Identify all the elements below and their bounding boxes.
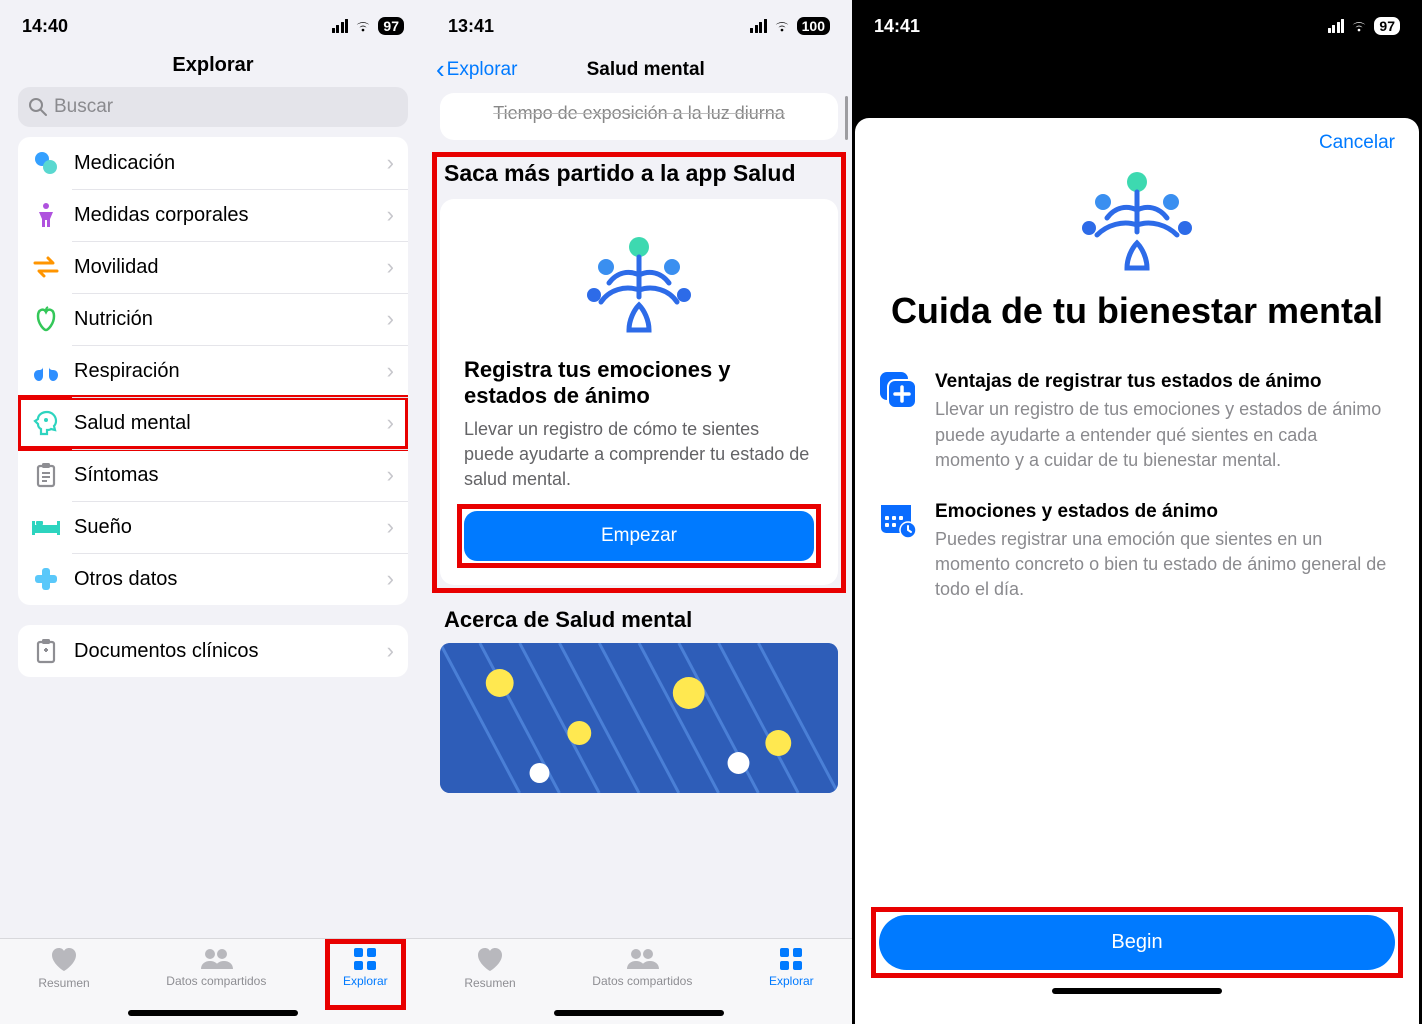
- chevron-right-icon: ›: [387, 306, 394, 332]
- row-sueno[interactable]: Sueño ›: [18, 501, 408, 553]
- wifi-icon: [773, 19, 791, 33]
- people-icon: [625, 947, 659, 971]
- chevron-right-icon: ›: [387, 254, 394, 280]
- info-benefits: Ventajas de registrar tus estados de áni…: [879, 361, 1395, 491]
- category-list: Medicación › Medidas corporales › Movili…: [18, 137, 408, 605]
- grid-icon: [779, 947, 803, 971]
- scroll-indicator[interactable]: [845, 96, 848, 140]
- status-time: 14:40: [22, 16, 68, 37]
- cancel-button[interactable]: Cancelar: [1319, 132, 1395, 154]
- section-heading: Saca más partido a la app Salud: [440, 158, 838, 199]
- info-body: Puedes registrar una emoción que sientes…: [935, 527, 1395, 603]
- wifi-icon: [1350, 19, 1368, 33]
- status-indicators: 100: [750, 17, 830, 35]
- clinical-docs-group: Documentos clínicos ›: [18, 625, 408, 677]
- other-icon: [32, 566, 60, 592]
- nav-bar: ‹ Explorar Salud mental: [426, 48, 852, 93]
- row-medicacion[interactable]: Medicación ›: [18, 137, 408, 189]
- status-bar: 14:40 97: [0, 0, 426, 48]
- tab-explorar[interactable]: Explorar: [769, 947, 814, 988]
- battery-badge: 97: [1374, 17, 1400, 35]
- battery-badge: 97: [378, 17, 404, 35]
- peek-card[interactable]: Tiempo de exposición a la luz diurna: [440, 93, 838, 140]
- chevron-right-icon: ›: [387, 358, 394, 384]
- row-otros-datos[interactable]: Otros datos ›: [18, 553, 408, 605]
- info-emotions: Emociones y estados de ánimo Puedes regi…: [879, 491, 1395, 621]
- heart-icon: [50, 947, 78, 973]
- home-indicator[interactable]: [1052, 988, 1222, 994]
- row-medidas[interactable]: Medidas corporales ›: [18, 189, 408, 241]
- info-heading: Emociones y estados de ánimo: [935, 501, 1395, 523]
- mental-wellbeing-icon: [464, 227, 814, 357]
- modal-sheet: Cancelar Cuida de tu bienestar mental Ve…: [855, 118, 1419, 1024]
- row-nutricion[interactable]: Nutrición ›: [18, 293, 408, 345]
- grid-icon: [353, 947, 377, 971]
- screen-salud-mental: 13:41 100 ‹ Explorar Salud mental Tiempo…: [426, 0, 852, 1024]
- nutrition-icon: [32, 306, 60, 332]
- onboarding-card: Registra tus emociones y estados de ánim…: [440, 199, 838, 585]
- mental-health-icon: [32, 410, 60, 436]
- medication-icon: [32, 150, 60, 176]
- card-heading: Registra tus emociones y estados de ánim…: [464, 357, 814, 409]
- body-icon: [32, 202, 60, 228]
- calendar-clock-icon: [879, 501, 917, 539]
- chevron-right-icon: ›: [387, 514, 394, 540]
- empezar-button[interactable]: Empezar: [464, 511, 814, 561]
- status-indicators: 97: [332, 17, 404, 35]
- page-title: Explorar: [0, 48, 426, 87]
- article-image[interactable]: [440, 643, 838, 793]
- sheet-title: Cuida de tu bienestar mental: [879, 280, 1395, 361]
- tab-datos-compartidos[interactable]: Datos compartidos: [166, 947, 266, 988]
- status-bar: 13:41 100: [426, 0, 852, 48]
- chevron-right-icon: ›: [387, 410, 394, 436]
- row-respiracion[interactable]: Respiración ›: [18, 345, 408, 397]
- chevron-right-icon: ›: [387, 202, 394, 228]
- battery-badge: 100: [797, 17, 830, 35]
- screen-onboarding-sheet: 14:41 97 Cancelar Cuida de tu bienestar …: [852, 0, 1422, 1024]
- status-time: 14:41: [874, 16, 920, 37]
- heart-icon: [476, 947, 504, 973]
- clinical-docs-icon: [32, 638, 60, 664]
- begin-button[interactable]: Begin: [879, 915, 1395, 970]
- tab-resumen[interactable]: Resumen: [38, 947, 89, 990]
- page-title: Salud mental: [449, 59, 842, 81]
- row-documentos-clinicos[interactable]: Documentos clínicos ›: [18, 625, 408, 677]
- people-icon: [199, 947, 233, 971]
- status-indicators: 97: [1328, 17, 1400, 35]
- plus-square-icon: [879, 371, 917, 409]
- chevron-right-icon: ›: [387, 462, 394, 488]
- search-icon: [28, 97, 48, 117]
- signal-icon: [332, 19, 349, 33]
- sleep-icon: [32, 517, 60, 537]
- home-indicator[interactable]: [554, 1010, 724, 1016]
- status-time: 13:41: [448, 16, 494, 37]
- signal-icon: [1328, 19, 1345, 33]
- tab-datos-compartidos[interactable]: Datos compartidos: [592, 947, 692, 988]
- row-movilidad[interactable]: Movilidad ›: [18, 241, 408, 293]
- chevron-right-icon: ›: [387, 150, 394, 176]
- chevron-right-icon: ›: [387, 566, 394, 592]
- row-salud-mental[interactable]: Salud mental ›: [18, 397, 408, 449]
- symptoms-icon: [32, 462, 60, 488]
- info-body: Llevar un registro de tus emociones y es…: [935, 397, 1395, 473]
- tab-explorar[interactable]: Explorar: [343, 947, 388, 988]
- mental-wellbeing-icon: [879, 158, 1395, 280]
- home-indicator[interactable]: [128, 1010, 298, 1016]
- back-chevron-icon[interactable]: ‹: [436, 54, 445, 85]
- search-input[interactable]: Buscar: [18, 87, 408, 127]
- signal-icon: [750, 19, 767, 33]
- section-heading-about: Acerca de Salud mental: [440, 585, 838, 643]
- card-body: Llevar un registro de cómo te sientes pu…: [464, 417, 814, 493]
- search-placeholder: Buscar: [54, 96, 113, 118]
- mobility-icon: [32, 256, 60, 278]
- screen-explore: 14:40 97 Explorar Buscar Medicación › Me…: [0, 0, 426, 1024]
- wifi-icon: [354, 19, 372, 33]
- chevron-right-icon: ›: [387, 638, 394, 664]
- tab-resumen[interactable]: Resumen: [464, 947, 515, 990]
- info-heading: Ventajas de registrar tus estados de áni…: [935, 371, 1395, 393]
- respiration-icon: [32, 359, 60, 383]
- status-bar: 14:41 97: [852, 0, 1422, 48]
- row-sintomas[interactable]: Síntomas ›: [18, 449, 408, 501]
